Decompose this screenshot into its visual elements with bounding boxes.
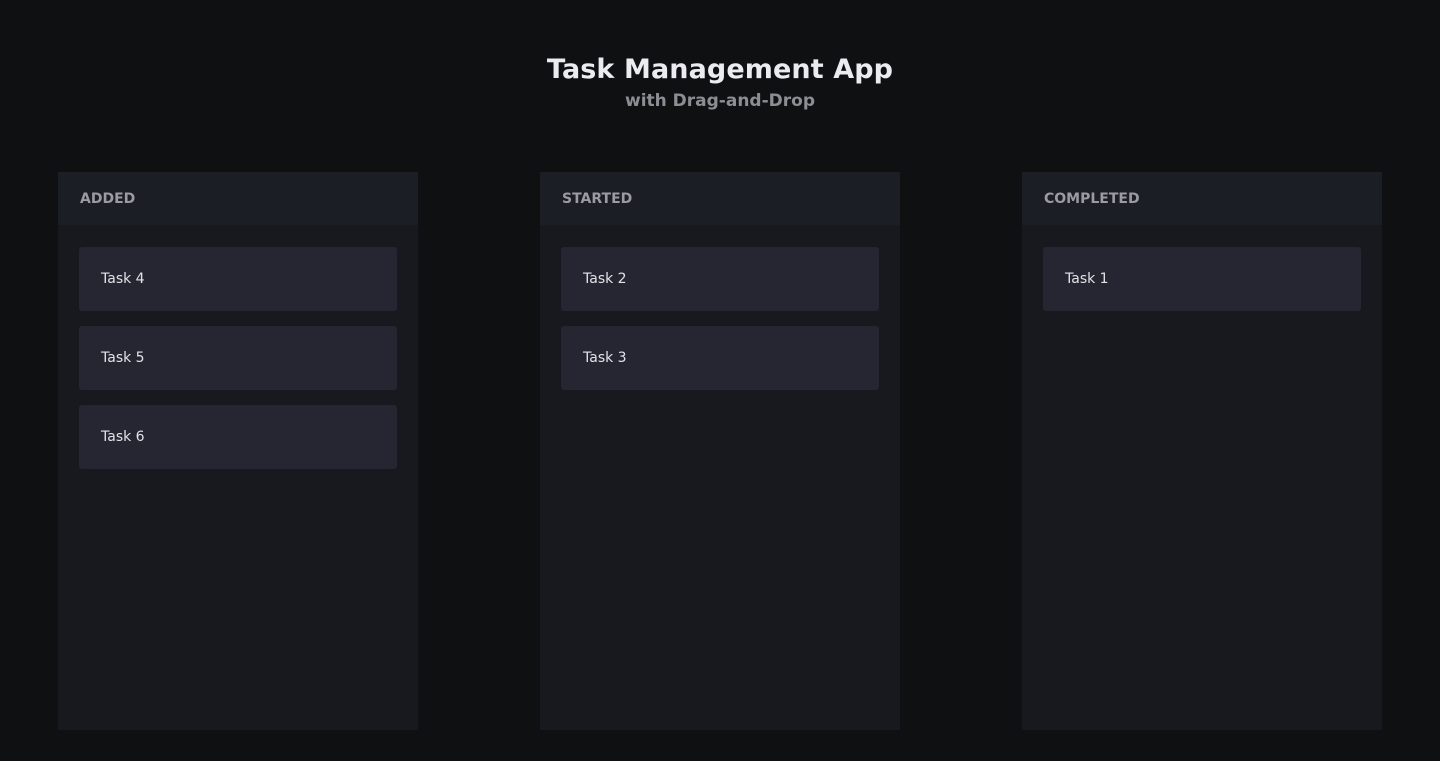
column-header-added: ADDED — [58, 172, 418, 225]
column-started[interactable]: STARTED Task 2 Task 3 — [540, 172, 900, 730]
task-card[interactable]: Task 6 — [79, 405, 397, 469]
task-list-completed[interactable]: Task 1 — [1022, 225, 1382, 311]
column-header-started: STARTED — [540, 172, 900, 225]
column-completed[interactable]: COMPLETED Task 1 — [1022, 172, 1382, 730]
task-card[interactable]: Task 4 — [79, 247, 397, 311]
column-header-completed: COMPLETED — [1022, 172, 1382, 225]
page-subtitle: with Drag-and-Drop — [624, 91, 815, 111]
page-title: Task Management App — [546, 54, 894, 85]
page-header: Task Management App with Drag-and-Drop — [0, 52, 1440, 114]
task-card[interactable]: Task 2 — [561, 247, 879, 311]
task-card[interactable]: Task 5 — [79, 326, 397, 390]
task-card[interactable]: Task 3 — [561, 326, 879, 390]
task-list-started[interactable]: Task 2 Task 3 — [540, 225, 900, 390]
column-added[interactable]: ADDED Task 4 Task 5 Task 6 — [58, 172, 418, 730]
task-card[interactable]: Task 1 — [1043, 247, 1361, 311]
task-list-added[interactable]: Task 4 Task 5 Task 6 — [58, 225, 418, 469]
task-board-app: Task Management App with Drag-and-Drop A… — [0, 0, 1440, 761]
